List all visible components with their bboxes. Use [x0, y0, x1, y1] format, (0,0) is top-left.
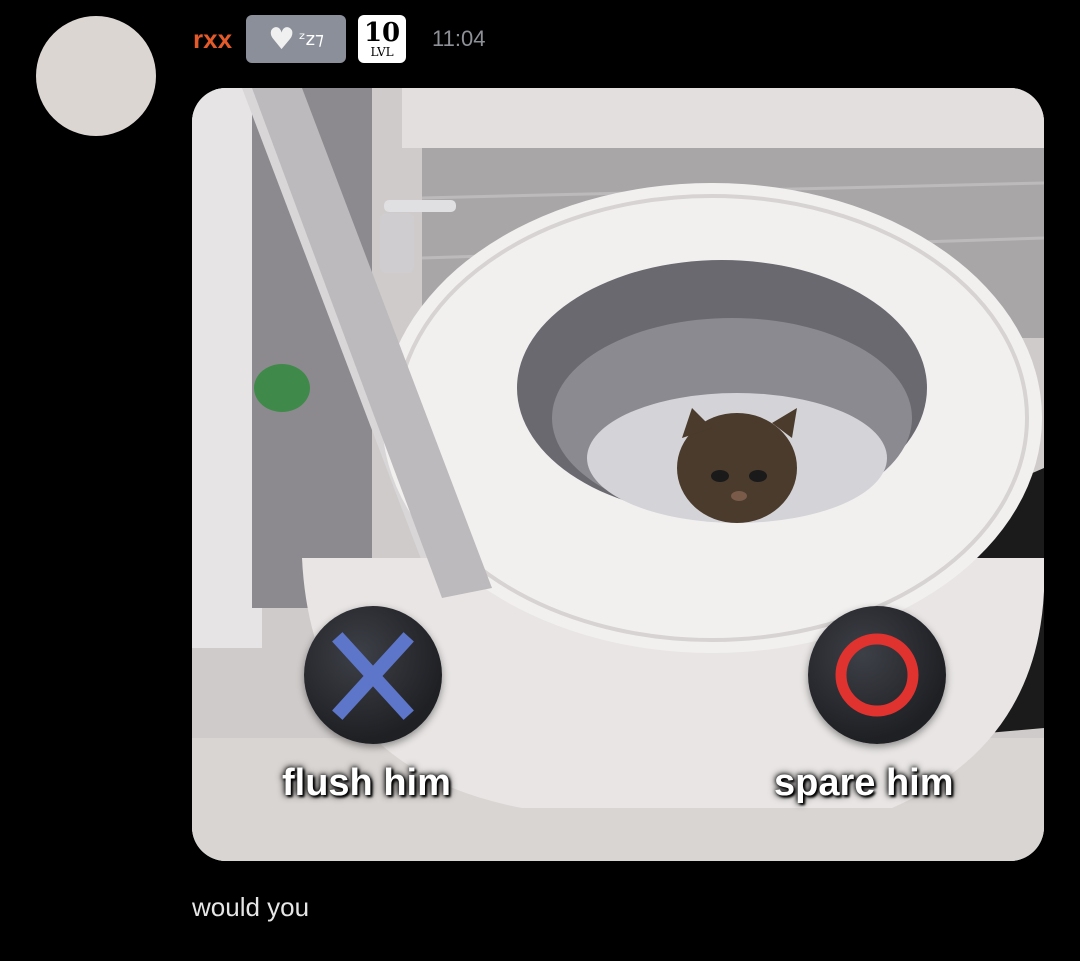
spare-him-label: spare him — [774, 762, 954, 804]
message-text: would you — [192, 892, 310, 922]
level-badge[interactable]: 10 LVL — [358, 15, 407, 63]
status-badge-text: ᶻz⁊ — [299, 28, 324, 50]
toilet-photo — [192, 88, 1044, 861]
message-header: rxx ♥ ᶻz⁊ 10 LVL 11:04 — [193, 14, 485, 64]
cross-icon — [332, 632, 414, 720]
status-badge[interactable]: ♥ ᶻz⁊ — [246, 15, 347, 63]
spare-him-button[interactable] — [808, 606, 946, 744]
avatar[interactable] — [36, 16, 156, 136]
flush-him-button[interactable] — [304, 606, 442, 744]
circle-icon — [835, 633, 919, 717]
level-number: 10 — [363, 18, 401, 48]
level-label: LVL — [370, 45, 394, 59]
timestamp: 11:04 — [432, 26, 486, 51]
username[interactable]: rxx — [193, 24, 232, 55]
flush-him-label: flush him — [282, 762, 451, 804]
attached-image[interactable]: flush him spare him — [192, 88, 1044, 861]
heart-icon: ♥ — [268, 21, 295, 57]
